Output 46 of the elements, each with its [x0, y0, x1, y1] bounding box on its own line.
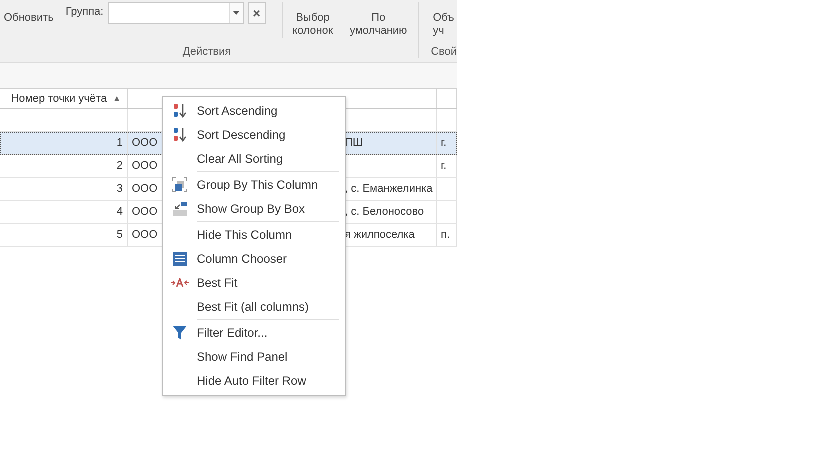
menu-item[interactable]: Filter Editor... — [163, 321, 345, 345]
default-button[interactable]: По умолчанию — [345, 2, 412, 38]
table-cell: г. — [441, 137, 447, 149]
table-cell: 2 — [0, 155, 128, 177]
objects-button[interactable]: Объ уч — [433, 2, 454, 38]
table-cell: 1 — [0, 132, 128, 154]
dropdown-icon[interactable] — [228, 3, 243, 23]
group-box-icon — [172, 201, 188, 217]
menu-item[interactable]: Hide Auto Filter Row — [163, 369, 345, 393]
table-cell: , с. Еманжелинка — [345, 183, 433, 195]
column-chooser-button[interactable]: Выбор колонок — [282, 2, 336, 38]
table-cell: 5 — [0, 224, 128, 246]
table-cell: ООО — [132, 229, 158, 241]
menu-item[interactable]: Best Fit (all columns) — [163, 295, 345, 319]
menu-item[interactable]: Show Find Panel — [163, 345, 345, 369]
menu-item[interactable]: Show Group By Box — [163, 197, 345, 221]
best-fit-icon — [171, 278, 189, 288]
menu-item[interactable]: Best Fit — [163, 271, 345, 295]
sort-arrow: ▲ — [113, 94, 121, 103]
table-cell: 3 — [0, 178, 128, 200]
menu-item[interactable]: Clear All Sorting — [163, 147, 345, 171]
table-cell: , с. Белоносово — [345, 206, 424, 218]
columns-icon — [172, 251, 188, 267]
table-cell: ООО — [132, 183, 158, 195]
refresh-button[interactable]: Обновить — [2, 2, 56, 25]
table-cell: ПШ — [345, 137, 363, 149]
group-title: Свой — [430, 46, 457, 58]
group-title: Действия — [182, 46, 232, 58]
filter-icon — [173, 325, 187, 341]
sort-descending-icon — [172, 127, 188, 143]
table-cell: ООО — [132, 160, 158, 172]
menu-item[interactable]: Column Chooser — [163, 247, 345, 271]
clear-button[interactable]: × — [248, 2, 266, 24]
table-cell: п. — [441, 229, 450, 241]
table-cell: ООО — [132, 206, 158, 218]
menu-item[interactable]: Group By This Column — [163, 173, 345, 197]
table-cell: ООО — [132, 137, 158, 149]
table-cell: 4 — [0, 201, 128, 223]
column-header[interactable]: Номер точки учёта ▲ — [0, 89, 128, 108]
menu-item[interactable]: Sort Descending — [163, 123, 345, 147]
menu-item[interactable]: Sort Ascending — [163, 99, 345, 123]
group-icon — [172, 177, 188, 193]
sort-ascending-icon — [172, 103, 188, 119]
table-cell: г. — [441, 160, 447, 172]
menu-item[interactable]: Hide This Column — [163, 223, 345, 247]
group-label: Группа: — [66, 6, 104, 20]
